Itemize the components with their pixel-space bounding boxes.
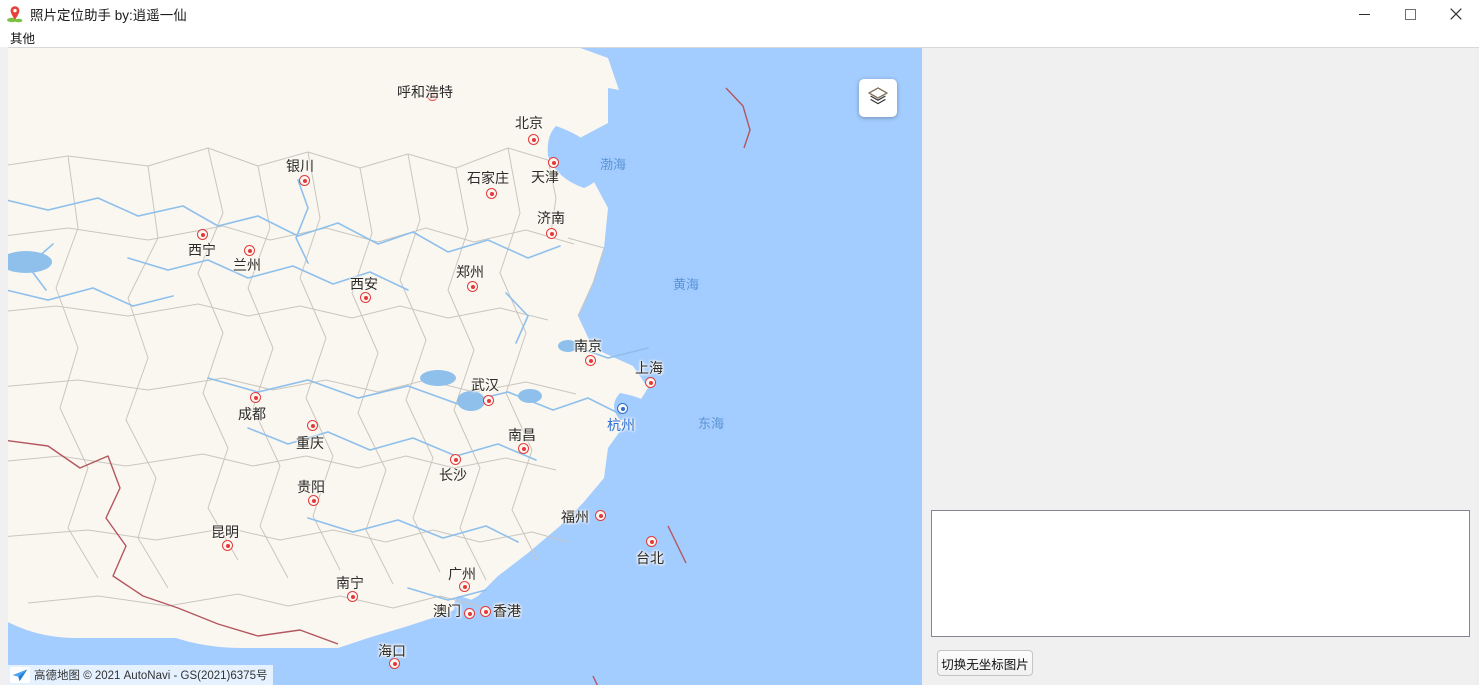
city-label: 石家庄: [467, 168, 509, 188]
sea-label: 渤海: [600, 154, 626, 173]
city-marker: [467, 281, 478, 292]
city-label: 台北: [636, 548, 664, 568]
menu-item-other[interactable]: 其他: [4, 28, 41, 47]
panel-right-edge: [1475, 48, 1479, 685]
city-label: 海口: [378, 641, 406, 661]
layers-icon: [867, 85, 889, 112]
city-marker: [595, 510, 606, 521]
map-attribution: 高德地图 © 2021 AutoNavi - GS(2021)6375号: [8, 665, 273, 685]
city-label-selected: 杭州: [607, 415, 635, 435]
amap-logo-icon: [10, 667, 30, 683]
city-label: 呼和浩特: [397, 82, 453, 102]
city-label: 西安: [350, 274, 378, 294]
application-window: 照片定位助手 by:逍遥一仙 其他: [0, 0, 1479, 685]
title-bar: 照片定位助手 by:逍遥一仙: [0, 0, 1479, 28]
city-label: 贵阳: [297, 477, 325, 497]
map-pin-icon: [6, 5, 24, 23]
city-label: 北京: [515, 113, 543, 133]
city-label: 澳门: [433, 601, 461, 621]
city-marker: [307, 420, 318, 431]
city-label: 昆明: [211, 522, 239, 542]
attribution-text: 高德地图 © 2021 AutoNavi - GS(2021)6375号: [34, 667, 267, 683]
window-controls: [1341, 0, 1479, 28]
city-label: 上海: [635, 358, 663, 378]
city-label: 重庆: [296, 433, 324, 453]
city-marker: [585, 355, 596, 366]
city-label: 长沙: [439, 465, 467, 485]
landmass-japan-south: [866, 198, 922, 258]
city-marker: [646, 536, 657, 547]
city-label: 武汉: [471, 375, 499, 395]
close-button[interactable]: [1433, 0, 1479, 28]
landmass-west: [8, 188, 268, 488]
minimize-button[interactable]: [1341, 0, 1387, 28]
switch-no-coordinate-photos-button[interactable]: 切换无坐标图片: [937, 650, 1033, 676]
map-canvas: 呼和浩特 北京 天津 石家庄 济南 银川 西宁 兰州: [8, 48, 922, 685]
city-label: 南昌: [508, 425, 536, 445]
main-content: 呼和浩特 北京 天津 石家庄 济南 银川 西宁 兰州: [0, 47, 1479, 685]
city-label: 成都: [238, 404, 266, 424]
city-marker: [299, 175, 310, 186]
city-marker: [528, 134, 539, 145]
city-label: 兰州: [233, 255, 261, 275]
landmass-philippines-north: [668, 648, 708, 685]
city-label: 广州: [448, 564, 476, 584]
city-marker: [464, 608, 475, 619]
city-marker: [450, 454, 461, 465]
city-marker: [486, 188, 497, 199]
menu-bar: 其他: [0, 28, 1479, 47]
city-marker: [483, 395, 494, 406]
map-layers-button[interactable]: [859, 79, 897, 117]
city-label: 西宁: [188, 240, 216, 260]
photo-list-box[interactable]: [931, 510, 1470, 637]
side-panel: 切换无坐标图片: [922, 47, 1479, 685]
city-label: 香港: [493, 601, 521, 621]
landmass-korea: [724, 88, 776, 218]
city-label: 南京: [574, 336, 602, 356]
city-label: 银川: [286, 156, 314, 176]
city-marker: [197, 229, 208, 240]
city-marker-selected: [617, 403, 628, 414]
city-label: 福州: [561, 507, 589, 527]
city-label: 南宁: [336, 573, 364, 593]
city-label: 济南: [537, 208, 565, 228]
sea-label: 黄海: [673, 274, 699, 293]
sea-label: 东海: [698, 413, 724, 432]
city-label: 郑州: [456, 262, 484, 282]
city-marker: [546, 228, 557, 239]
map-view[interactable]: 呼和浩特 北京 天津 石家庄 济南 银川 西宁 兰州: [8, 47, 922, 685]
maximize-button[interactable]: [1387, 0, 1433, 28]
city-label: 天津: [531, 167, 559, 187]
city-marker: [250, 392, 261, 403]
city-marker: [645, 377, 656, 388]
window-title: 照片定位助手 by:逍遥一仙: [30, 4, 187, 24]
city-marker: [480, 606, 491, 617]
landmass-philippines: [620, 678, 676, 685]
